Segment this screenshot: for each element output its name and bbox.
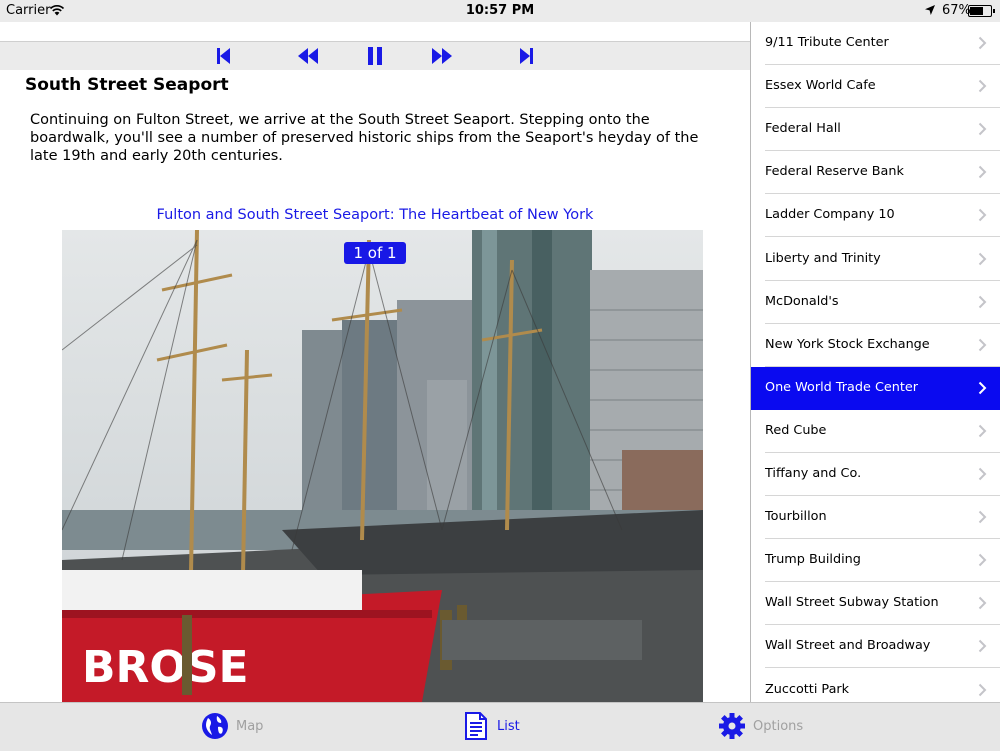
list-item[interactable]: New York Stock Exchange	[751, 324, 1000, 367]
list-item[interactable]: Wall Street and Broadway	[751, 625, 1000, 669]
seaport-photo-illustration: BROSE	[62, 230, 703, 702]
chevron-right-icon	[978, 295, 987, 308]
skip-to-end-icon[interactable]	[515, 45, 539, 67]
battery-percent: 67%	[942, 3, 971, 18]
list-item-label: Red Cube	[765, 422, 827, 438]
list-item-label: Liberty and Trinity	[765, 250, 881, 266]
list-item[interactable]: Tourbillon	[751, 496, 1000, 540]
skip-to-start-icon[interactable]	[211, 45, 235, 67]
chevron-right-icon	[978, 381, 987, 395]
list-item-label: Essex World Cafe	[765, 78, 876, 94]
list-item-label: Wall Street Subway Station	[765, 595, 939, 611]
list-item[interactable]: Trump Building	[751, 539, 1000, 583]
chevron-right-icon	[978, 640, 987, 653]
list-item-label: Federal Hall	[765, 121, 841, 137]
landmark-list: 9/11 Tribute Center Essex World Cafe Feder…	[750, 22, 1000, 702]
chevron-right-icon	[978, 36, 987, 50]
tab-options[interactable]: Options	[718, 711, 818, 743]
list-item-label: Federal Reserve Bank	[765, 164, 904, 180]
svg-text:BROSE: BROSE	[82, 642, 249, 693]
chevron-right-icon	[978, 338, 987, 351]
article-body: Continuing on Fulton Street, we arrive a…	[30, 112, 699, 164]
chevron-right-icon	[978, 510, 987, 524]
list-item[interactable]: McDonald's	[751, 281, 1000, 324]
list-item[interactable]: 9/11 Tribute Center	[751, 22, 1000, 65]
list-item-label: Wall Street and Broadway	[765, 638, 931, 654]
gear-icon	[719, 713, 745, 739]
chevron-right-icon	[978, 467, 987, 481]
status-bar: Carrier 10:57 PM 67%	[0, 0, 1000, 22]
list-item-label: Tourbillon	[765, 509, 827, 525]
audio-player-bar	[0, 41, 750, 70]
chevron-right-icon	[978, 553, 987, 567]
chevron-right-icon	[978, 166, 987, 179]
chevron-right-icon	[978, 209, 987, 222]
chevron-right-icon	[978, 597, 987, 610]
chevron-right-icon	[978, 79, 987, 93]
list-item[interactable]: Federal Reserve Bank	[751, 151, 1000, 195]
fast-forward-icon[interactable]	[430, 45, 454, 67]
list-item-label: Trump Building	[765, 552, 861, 568]
article-title: South Street Seaport	[25, 75, 229, 95]
tab-map[interactable]: Map	[200, 711, 280, 743]
photo-counter-badge: 1 of 1	[344, 242, 406, 264]
list-item-label: 9/11 Tribute Center	[765, 35, 889, 50]
tab-bar: Map List Options	[0, 702, 1000, 751]
document-icon	[465, 712, 487, 740]
list-item[interactable]: Ladder Company 10	[751, 194, 1000, 238]
rewind-icon[interactable]	[296, 45, 320, 67]
list-item[interactable]: Liberty and Trinity	[751, 238, 1000, 281]
chevron-right-icon	[978, 683, 987, 696]
chevron-right-icon	[978, 122, 987, 136]
list-item[interactable]: Wall Street Subway Station	[751, 582, 1000, 626]
chevron-right-icon	[978, 424, 987, 438]
list-item[interactable]: Tiffany and Co.	[751, 453, 1000, 496]
pause-icon[interactable]	[363, 45, 387, 67]
seaport-photo[interactable]: BROSE	[62, 230, 703, 702]
location-arrow-icon	[925, 5, 935, 15]
tab-list[interactable]: List	[464, 711, 534, 743]
list-item[interactable]: Federal Hall	[751, 108, 1000, 152]
list-item-label: Ladder Company 10	[765, 207, 895, 223]
tab-options-label: Options	[753, 719, 804, 734]
globe-icon	[202, 713, 228, 739]
chevron-right-icon	[978, 252, 987, 265]
battery-icon	[968, 5, 995, 17]
list-item-label: Tiffany and Co.	[765, 466, 862, 481]
list-item-label: McDonald's	[765, 293, 839, 309]
list-item-label: Zuccotti Park	[765, 681, 850, 697]
tab-map-label: Map	[236, 719, 264, 734]
list-item-label: New York Stock Exchange	[765, 336, 930, 352]
list-item[interactable]: Essex World Cafe	[751, 65, 1000, 109]
clock: 10:57 PM	[465, 3, 535, 18]
list-item[interactable]: Zuccotti Park	[751, 669, 1000, 703]
list-item[interactable]: One World Trade Center	[751, 366, 1000, 410]
photo-caption: Fulton and South Street Seaport: The Hea…	[156, 207, 594, 223]
tab-list-label: List	[497, 719, 520, 734]
list-item-label: One World Trade Center	[765, 379, 919, 395]
list-item[interactable]: Red Cube	[751, 410, 1000, 453]
